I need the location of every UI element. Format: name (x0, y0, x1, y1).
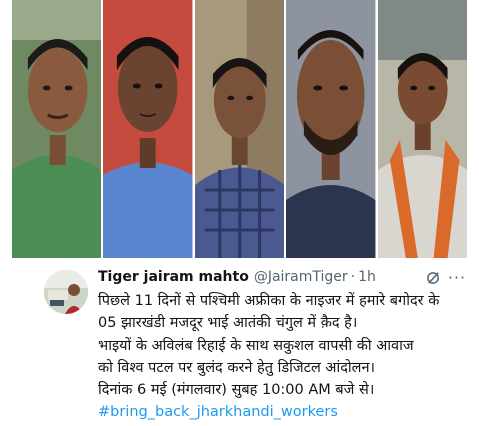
tweet-header: Tiger jairam mahto @JairamTiger · 1h ··· (98, 266, 470, 288)
photo-collage[interactable] (12, 0, 468, 258)
author-name[interactable]: Tiger jairam mahto (98, 269, 249, 285)
author-handle[interactable]: @JairamTiger (254, 269, 348, 285)
author-avatar[interactable] (44, 270, 88, 314)
hashtag-link[interactable]: #bring_back_jharkhandi_workers (98, 401, 470, 423)
tweet-line: दिनांक 6 मई (मंगलवार) सुबह 10:00 AM बजे … (98, 382, 375, 399)
more-options-icon[interactable]: ··· (444, 266, 470, 288)
tweet-timestamp[interactable]: 1h (358, 269, 376, 285)
photo-worker-1[interactable] (12, 0, 102, 258)
tweet-text: पिछले 11 दिनों से पश्चिमी अफ्रीका के नाइ… (98, 290, 470, 424)
tweet-content: Tiger jairam mahto @JairamTiger · 1h ···… (98, 266, 470, 424)
tweet-line: 05 झारखंडी मजदूर भाई आतंकी चंगुल में क़ै… (98, 315, 358, 332)
photo-worker-4[interactable] (286, 0, 376, 258)
tweet-line: को विश्व पटल पर बुलंद करने हेतु डिजिटल आ… (98, 359, 376, 376)
tweet-line: भाइयों के अविलंब रिहाई के साथ सकुशल वापस… (98, 337, 414, 354)
photo-worker-3[interactable] (194, 0, 285, 258)
separator-dot: · (350, 269, 356, 285)
photo-worker-5[interactable] (377, 0, 468, 258)
grok-icon[interactable] (422, 266, 444, 288)
photo-worker-2[interactable] (103, 0, 193, 258)
tweet-line: पिछले 11 दिनों से पश्चिमी अफ्रीका के नाइ… (98, 293, 440, 309)
